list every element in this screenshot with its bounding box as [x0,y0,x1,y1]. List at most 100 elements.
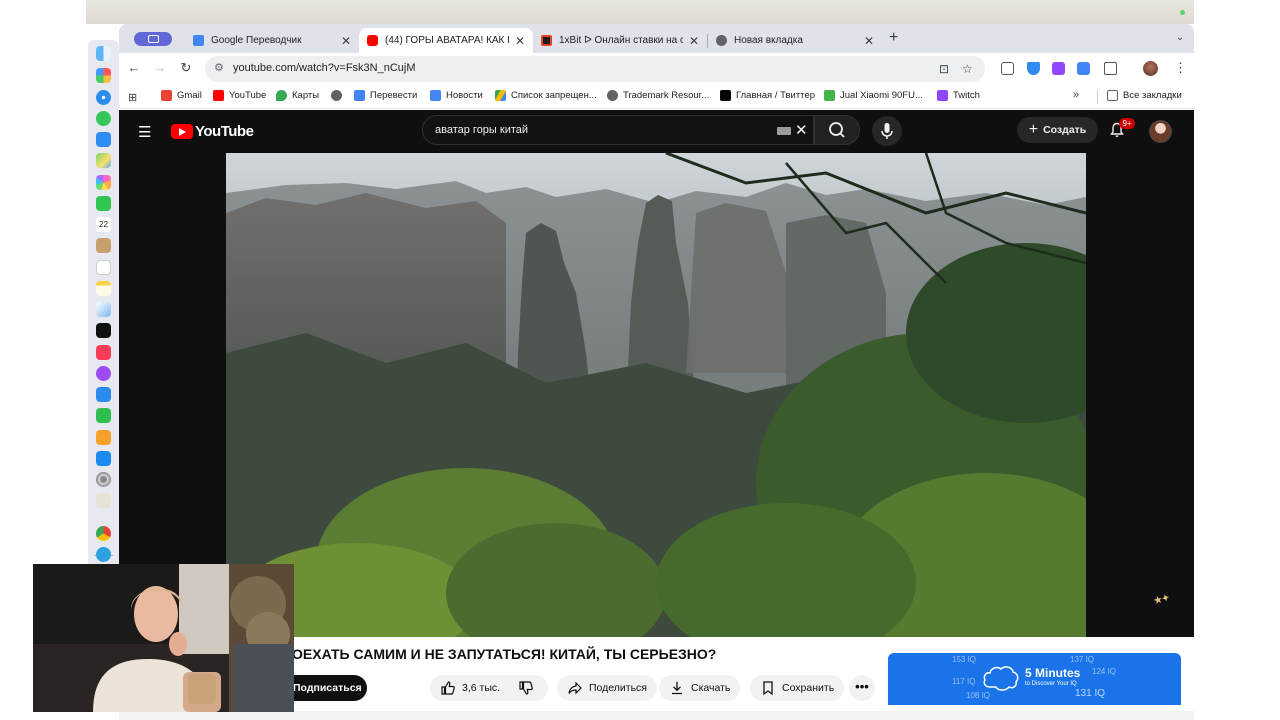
bookmark-globe[interactable] [331,90,347,101]
shield-extension-icon[interactable] [1027,62,1040,75]
reminders-icon[interactable] [96,260,111,275]
create-label: Создать [1043,124,1087,136]
create-button[interactable]: + Создать [1017,117,1098,143]
tab-title: Новая вкладка [734,35,803,46]
ad-iq-label: 117 IQ [952,677,976,686]
safari-icon[interactable] [96,90,111,105]
apps-grid-icon[interactable]: ⊞ [128,91,137,104]
bookmark-maps[interactable]: Карты [276,90,319,101]
microphone-icon [881,123,893,139]
photos-icon[interactable] [96,175,111,190]
download-icon [672,682,682,695]
brain-cloud-icon [983,666,1019,691]
back-button[interactable]: ← [126,60,142,76]
bookmark-trademark[interactable]: Trademark Resour... [607,90,709,101]
numbers-icon[interactable] [96,408,111,423]
bookmark-youtube[interactable]: YouTube [213,90,266,101]
address-bar[interactable]: ⚙ youtube.com/watch?v=Fsk3N_nCujM ⊡ ☆ [205,56,985,82]
tab-title: Google Переводчик [211,35,302,46]
share-button[interactable]: Поделиться [557,675,657,701]
tab-search-chevron-icon[interactable]: ⌄ [1172,30,1188,46]
telegram-icon[interactable] [96,547,111,562]
hamburger-menu-icon[interactable]: ☰ [138,123,151,141]
calendar-icon[interactable]: 22 [96,217,111,232]
music-icon[interactable] [96,345,111,360]
close-icon[interactable]: ✕ [864,34,874,48]
voice-search-button[interactable] [872,116,902,146]
preview-icon[interactable] [96,493,111,508]
extensions-puzzle-icon[interactable] [1104,62,1117,75]
new-tab-button[interactable]: + [889,29,898,47]
keyboard-icon[interactable] [777,127,791,135]
reload-button[interactable]: ↻ [178,60,194,76]
webcam-person-image [33,564,294,712]
clear-search-icon[interactable]: ✕ [795,121,808,139]
search-button[interactable] [814,115,860,145]
maps-icon[interactable] [96,153,111,168]
account-avatar[interactable] [1149,120,1172,143]
tokopedia-icon [824,90,835,101]
tab-group-chip[interactable] [134,32,172,46]
x-icon [720,90,731,101]
like-button[interactable]: 3,6 тыс. [430,675,518,701]
messages-icon[interactable] [96,111,111,126]
finder-icon[interactable] [96,46,111,61]
drive-icon [495,90,506,101]
install-app-icon[interactable]: ⊡ [939,62,949,76]
extension-icon[interactable] [1001,62,1014,75]
more-actions-icon[interactable]: ••• [849,675,875,701]
mail-icon[interactable] [96,132,111,147]
save-label: Сохранить [782,682,835,694]
tab-google-translate[interactable]: Google Переводчик ✕ [185,28,359,53]
tab-new-tab[interactable]: Новая вкладка ✕ [708,28,882,53]
bookmark-gmail[interactable]: Gmail [161,90,202,101]
tab-1xbit[interactable]: 1xBit ᐅ Онлайн ставки на спорт ✕ [533,28,707,53]
bookmark-news[interactable]: Новости [430,90,483,101]
facetime-icon[interactable] [96,196,111,211]
ad-iq-label: 131 IQ [1075,688,1106,699]
forward-button[interactable]: → [152,60,168,76]
webcam-overlay [33,564,294,712]
app-store-icon[interactable] [96,451,111,466]
youtube-wordmark[interactable]: YouTube [195,123,254,140]
profile-avatar[interactable] [1143,61,1158,76]
contacts-icon[interactable] [96,238,111,253]
dislike-button[interactable] [508,675,548,701]
bookmark-translate[interactable]: Перевести [354,90,417,101]
bookmark-twitter[interactable]: Главная / Твиттер [720,90,815,101]
youtube-logo-icon[interactable] [171,124,193,139]
site-info-icon[interactable]: ⚙ [214,61,224,74]
freeform-icon[interactable] [96,302,111,317]
bookmark-twitch[interactable]: Twitch [937,90,980,101]
chrome-icon[interactable] [96,526,111,541]
more-bookmarks-chevron-icon[interactable]: » [1073,89,1079,101]
iq-test-ad[interactable]: 153 IQ 137 IQ 124 IQ 117 IQ 108 IQ 131 I… [888,653,1181,705]
launchpad-icon[interactable] [96,68,111,83]
all-bookmarks-folder[interactable]: Все закладки [1107,90,1182,101]
podcasts-icon[interactable] [96,366,111,381]
search-input[interactable]: аватар горы китай ✕ [422,115,814,145]
save-button[interactable]: Сохранить [750,675,845,701]
video-player[interactable] [226,153,1086,637]
close-icon[interactable]: ✕ [515,34,525,48]
keynote-icon[interactable] [96,387,111,402]
channel-watermark-icon[interactable]: ★✦ [1153,592,1171,607]
share-label: Поделиться [589,682,647,694]
pages-icon[interactable] [96,430,111,445]
twitch-extension-icon[interactable] [1052,62,1065,75]
bookmark-label: Twitch [953,90,980,101]
bookmark-star-icon[interactable]: ☆ [962,62,973,76]
bookmark-banned-list[interactable]: Список запрещен... [495,90,597,101]
tab-youtube-video[interactable]: (44) ГОРЫ АВАТАРА! КАК ПОЕХАТЬ ✕ [359,28,533,53]
browser-menu-icon[interactable]: ⋮ [1174,60,1187,76]
notes-icon[interactable] [96,281,111,296]
close-icon[interactable]: ✕ [689,34,699,48]
translate-extension-icon[interactable] [1077,62,1090,75]
system-settings-icon[interactable] [96,472,111,487]
bookmark-xiaomi[interactable]: Jual Xiaomi 90FU... [824,90,923,101]
tv-icon[interactable] [96,323,111,338]
globe-icon [331,90,342,101]
ad-iq-label: 153 IQ [952,655,977,664]
download-button[interactable]: Скачать [659,675,741,701]
close-icon[interactable]: ✕ [341,34,351,48]
